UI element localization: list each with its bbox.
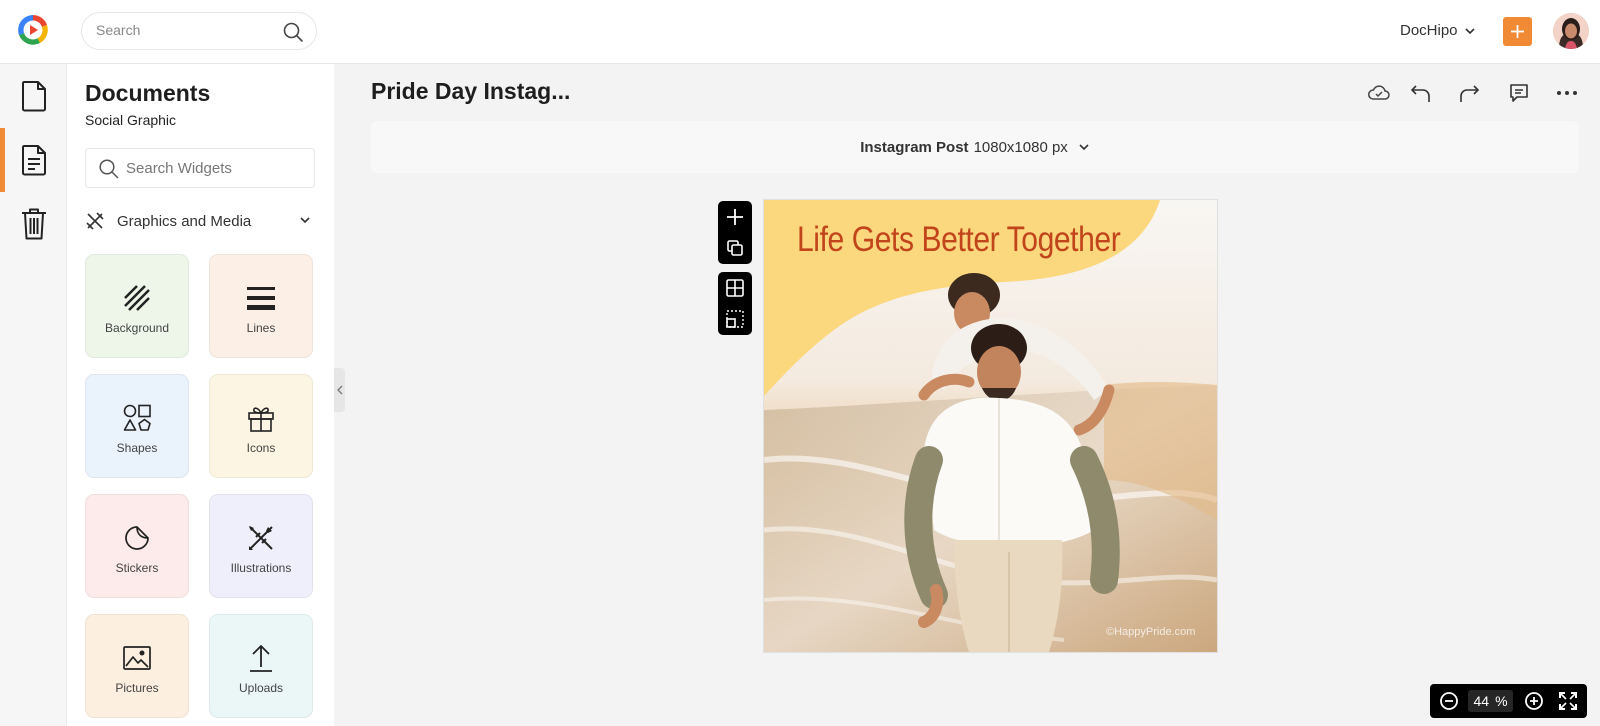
widget-tile-lines[interactable]: Lines [209, 254, 313, 358]
create-new-button[interactable] [1503, 17, 1532, 46]
widget-panel: Documents Social Graphic Graphics and Me… [67, 64, 334, 726]
trash-icon [21, 208, 46, 240]
undo-button[interactable] [1408, 80, 1434, 106]
search-icon[interactable] [282, 21, 304, 43]
diagonal-lines-icon [122, 283, 152, 313]
tile-label: Background [104, 321, 170, 335]
page-size-selector[interactable]: Instagram Post 1080x1080 px [371, 121, 1579, 173]
category-label: Graphics and Media [117, 212, 252, 230]
tools-icon [86, 212, 104, 230]
panel-subtitle: Social Graphic [85, 112, 177, 128]
tile-label: Lines [246, 321, 276, 335]
comments-button[interactable] [1506, 80, 1532, 106]
tile-label: Pictures [115, 681, 159, 695]
size-name: Instagram Post [860, 138, 969, 156]
rail-widgets[interactable] [0, 128, 67, 192]
search-icon [98, 158, 119, 179]
size-dimensions: 1080x1080 px [973, 138, 1068, 156]
canvas-watermark: ©HappyPride.com [1106, 626, 1196, 638]
zoom-unit: % [1495, 693, 1508, 709]
widget-tile-illustrations[interactable]: Illustrations [209, 494, 313, 598]
redo-button[interactable] [1456, 80, 1482, 106]
widget-tile-uploads[interactable]: Uploads [209, 614, 313, 718]
lines-icon [246, 283, 276, 313]
canvas-headline[interactable]: Life Gets Better Together [797, 220, 1121, 260]
add-page-button[interactable] [723, 205, 747, 229]
account-menu[interactable]: DocHipo [1400, 22, 1476, 39]
redo-icon [1460, 85, 1480, 102]
fullscreen-button[interactable] [1557, 690, 1579, 712]
zoom-controls: 44 % [1430, 684, 1587, 718]
upload-icon [246, 643, 276, 673]
zoom-level[interactable]: 44 % [1468, 690, 1513, 712]
avatar[interactable] [1553, 13, 1589, 49]
document-lines-icon [21, 145, 46, 176]
widget-tile-icons[interactable]: Icons [209, 374, 313, 478]
rail-trash[interactable] [0, 192, 67, 256]
global-search[interactable] [81, 12, 317, 50]
top-bar: DocHipo [0, 0, 1600, 64]
category-dropdown[interactable]: Graphics and Media [85, 209, 315, 233]
more-options-button[interactable] [1554, 80, 1580, 106]
sticker-icon [122, 523, 152, 553]
plus-icon [1511, 25, 1524, 38]
panel-title: Documents [85, 80, 211, 106]
tile-label: Shapes [116, 441, 158, 455]
chevron-down-icon [1464, 27, 1475, 34]
shapes-icon [122, 403, 152, 433]
zoom-in-button[interactable] [1523, 690, 1545, 712]
zoom-out-icon [1440, 692, 1458, 710]
fullscreen-icon [1559, 692, 1577, 710]
rail-documents[interactable] [0, 64, 67, 128]
copy-icon [727, 240, 743, 257]
widget-search[interactable] [85, 148, 315, 188]
widget-tile-background[interactable]: Background [85, 254, 189, 358]
more-horizontal-icon [1557, 91, 1577, 95]
design-canvas[interactable]: Life Gets Better Together ©HappyPride.co… [764, 200, 1217, 652]
resize-page-button[interactable] [723, 307, 747, 331]
zoom-in-icon [1525, 692, 1543, 710]
grid-icon [726, 278, 744, 297]
widget-tile-stickers[interactable]: Stickers [85, 494, 189, 598]
tile-label: Icons [246, 441, 276, 455]
widget-tile-pictures[interactable]: Pictures [85, 614, 189, 718]
resize-icon [726, 310, 744, 329]
undo-icon [1410, 85, 1430, 102]
chevron-left-icon [336, 385, 342, 395]
document-icon [21, 81, 46, 112]
tile-label: Illustrations [230, 561, 292, 575]
search-input[interactable] [96, 22, 266, 38]
tile-label: Uploads [238, 681, 284, 695]
widget-search-input[interactable] [126, 160, 306, 177]
app-logo[interactable] [16, 13, 50, 47]
gift-icon [246, 403, 276, 433]
widget-tile-shapes[interactable]: Shapes [85, 374, 189, 478]
duplicate-page-button[interactable] [723, 236, 747, 260]
photo-illustration [764, 200, 1217, 652]
zoom-value: 44 [1473, 693, 1490, 709]
document-title[interactable]: Pride Day Instag... [371, 78, 570, 105]
pen-brush-icon [246, 523, 276, 553]
left-rail [0, 64, 67, 726]
plus-icon [727, 208, 743, 225]
page-tools-group-2 [718, 272, 752, 335]
collapse-panel-button[interactable] [334, 368, 345, 412]
tile-label: Stickers [115, 561, 159, 575]
picture-icon [122, 643, 152, 673]
cloud-check-icon [1368, 85, 1390, 100]
chevron-down-icon [300, 217, 310, 224]
page-tools-group-1 [718, 201, 752, 264]
account-label: DocHipo [1400, 22, 1458, 39]
comment-icon [1510, 84, 1528, 102]
grid-layout-button[interactable] [723, 276, 747, 300]
zoom-out-button[interactable] [1438, 690, 1460, 712]
chevron-down-icon [1079, 144, 1089, 151]
cloud-save-button[interactable] [1366, 80, 1392, 106]
